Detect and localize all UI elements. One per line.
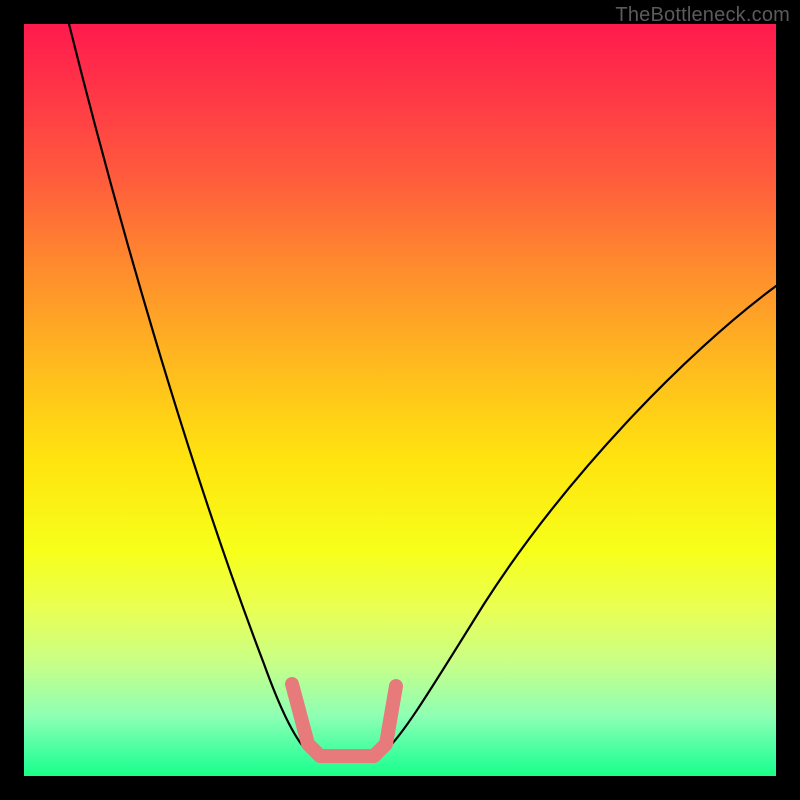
- chart-overlay: [24, 24, 776, 776]
- bottleneck-curve-right: [386, 286, 776, 750]
- bottleneck-curve-flat: [306, 750, 386, 758]
- bottleneck-curve-left: [69, 24, 306, 750]
- chart-plot-area: [24, 24, 776, 776]
- optimal-range-marker: [292, 684, 396, 756]
- watermark-text: TheBottleneck.com: [615, 4, 790, 27]
